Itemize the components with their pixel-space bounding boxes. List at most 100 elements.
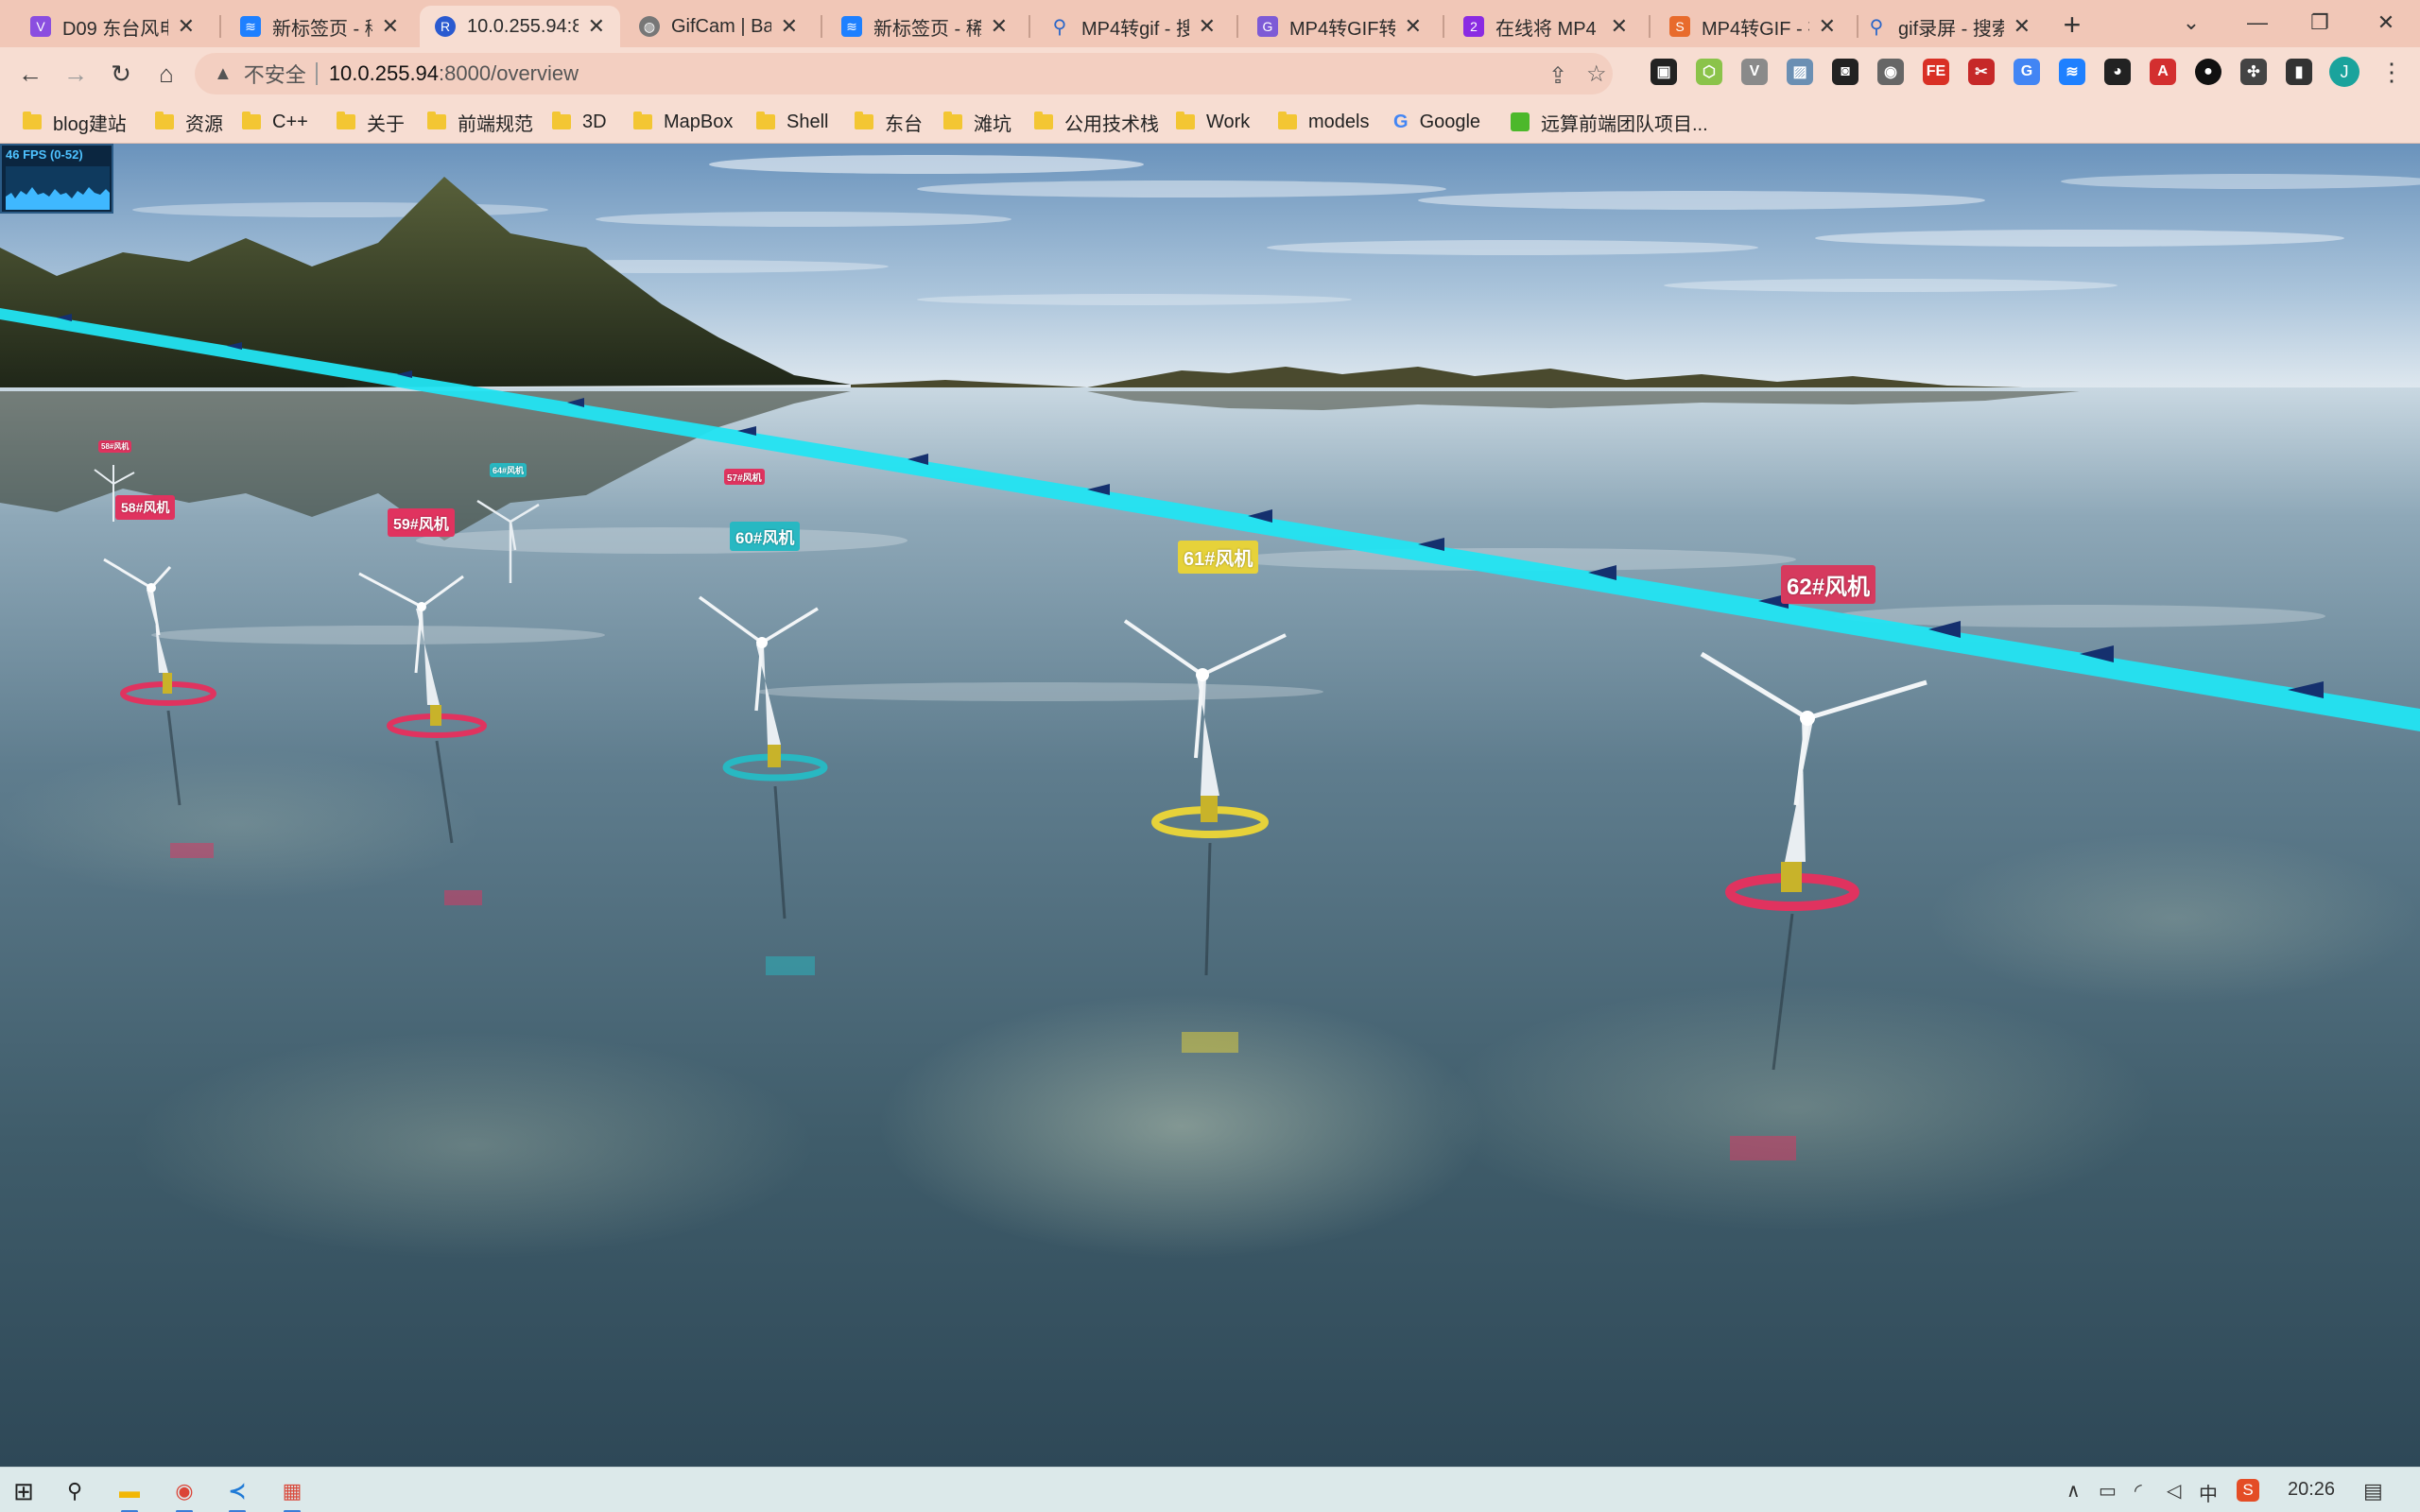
bookmark-folder[interactable]: 东台 <box>855 108 923 136</box>
far-turbine-label[interactable]: 58#风机 <box>98 440 132 453</box>
close-icon[interactable]: ✕ <box>781 14 798 39</box>
file-explorer-icon[interactable]: ▬ <box>113 1475 146 1512</box>
scene-canvas[interactable] <box>0 144 2420 1467</box>
close-icon[interactable]: ✕ <box>1611 14 1628 39</box>
extension-icon[interactable]: ◙ <box>1832 59 1858 85</box>
extension-icon[interactable]: V <box>1741 59 1768 85</box>
fps-stats-panel[interactable]: 46 FPS (0-52) <box>0 144 113 214</box>
bookmark-star-icon[interactable]: ☆ <box>1586 60 1607 88</box>
windows-taskbar: ⊞ ⚲ ▬ ◉ ≺ ▦ ∧ ▭ ◜ ◁ 中 S 20:26 ▤ <box>0 1467 2420 1512</box>
back-button[interactable]: ← <box>11 55 49 93</box>
share-icon[interactable]: ⇪ <box>1548 62 1567 90</box>
volume-icon[interactable]: ◁ <box>2167 1479 2181 1503</box>
close-icon[interactable]: ✕ <box>178 14 195 39</box>
restore-button[interactable]: ❐ <box>2297 4 2342 42</box>
bookmark-folder[interactable]: Shell <box>756 108 828 136</box>
far-turbine-label[interactable]: 64#风机 <box>490 463 527 477</box>
folder-icon <box>1034 112 1053 129</box>
chrome-icon[interactable]: ◉ <box>168 1475 200 1512</box>
not-secure-warning-icon[interactable]: ▲ <box>214 63 233 85</box>
tab-6[interactable]: G MP4转GIF转换器 ✕ <box>1242 6 1437 47</box>
bookmark-folder[interactable]: 前端规范 <box>427 108 533 136</box>
bookmark-app[interactable]: 远算前端团队项目... <box>1511 108 1708 136</box>
side-panel-icon[interactable]: ▮ <box>2286 59 2312 85</box>
turbine-label-61[interactable]: 61#风机 <box>1178 541 1259 574</box>
record-extension-icon[interactable]: ● <box>2195 59 2221 85</box>
tray-overflow-chevron-icon[interactable]: ∧ <box>2066 1479 2081 1503</box>
tab-2-active[interactable]: R 10.0.255.94:8000 ✕ <box>420 6 620 47</box>
forward-button[interactable]: → <box>57 55 95 93</box>
bookmark-folder[interactable]: 滩坑 <box>943 108 1011 136</box>
sogou-ime-icon[interactable]: S <box>2237 1479 2259 1502</box>
clock-time[interactable]: 20:26 <box>2288 1479 2335 1501</box>
folder-icon <box>1176 112 1195 129</box>
reload-button[interactable]: ↻ <box>102 55 140 93</box>
minimize-button[interactable]: — <box>2235 4 2280 42</box>
bookmark-label: blog建站 <box>53 113 127 135</box>
ime-indicator[interactable]: 中 <box>2199 1479 2218 1506</box>
wifi-icon[interactable]: ◜ <box>2135 1479 2142 1503</box>
notifications-icon[interactable]: ▤ <box>2363 1479 2383 1503</box>
bookmark-label: 公用技术栈 <box>1064 113 1159 135</box>
bookmark-folder[interactable]: C++ <box>242 108 308 136</box>
juejin-extension-icon[interactable]: ≋ <box>2059 59 2085 85</box>
turbine-label-60[interactable]: 60#风机 <box>730 522 801 551</box>
tab-favicon-icon: R <box>435 16 456 37</box>
close-icon[interactable]: ✕ <box>382 14 399 39</box>
extensions-puzzle-icon[interactable]: ✣ <box>2240 59 2267 85</box>
tab-7[interactable]: 2 在线将 MP4 转 ✕ <box>1448 6 1643 47</box>
home-button[interactable]: ⌂ <box>147 55 185 93</box>
tab-3[interactable]: ◍ GifCam | Bahr ✕ <box>624 6 813 47</box>
tab-1[interactable]: ≋ 新标签页 - 稀土 ✕ <box>225 6 414 47</box>
close-icon[interactable]: ✕ <box>2014 14 2031 39</box>
tab-favicon-icon: ≋ <box>240 16 261 37</box>
vscode-icon[interactable]: ≺ <box>221 1475 253 1512</box>
tab-8[interactable]: S MP4转GIF - 在线 ✕ <box>1654 6 1851 47</box>
close-icon[interactable]: ✕ <box>1819 14 1836 39</box>
fe-extension-icon[interactable]: FE <box>1923 59 1949 85</box>
camera-extension-icon[interactable]: ◉ <box>1877 59 1904 85</box>
close-window-button[interactable]: ✕ <box>2363 4 2409 42</box>
tab-4[interactable]: ≋ 新标签页 - 稀土 ✕ <box>826 6 1023 47</box>
extension-icon[interactable]: ▣ <box>1651 59 1677 85</box>
bookmark-label: 远算前端团队项目... <box>1541 113 1708 135</box>
bookmark-google[interactable]: G Google <box>1393 108 1480 136</box>
tab-5[interactable]: ⚲ MP4转gif - 搜索 ✕ <box>1034 6 1231 47</box>
gifcam-icon[interactable]: ▦ <box>276 1475 308 1512</box>
3d-map-viewport[interactable]: 58#风机 59#风机 60#风机 61#风机 62#风机 58#风机 64#风… <box>0 144 2420 1467</box>
turbine-label-62[interactable]: 62#风机 <box>1781 565 1876 604</box>
turbine-label-59[interactable]: 59#风机 <box>388 508 455 537</box>
tab-9[interactable]: ⚲ gif录屏 - 搜索 ✕ <box>1851 6 2046 47</box>
bookmark-folder[interactable]: 公用技术栈 <box>1034 108 1159 136</box>
close-icon[interactable]: ✕ <box>588 14 605 39</box>
new-tab-button[interactable]: + <box>2053 6 2091 43</box>
github-extension-icon[interactable]: ◕ <box>2104 59 2131 85</box>
pdf-extension-icon[interactable]: A <box>2150 59 2176 85</box>
browser-menu-icon[interactable]: ⋮ <box>2373 53 2411 91</box>
screenshot-extension-icon[interactable]: ✂ <box>1968 59 1995 85</box>
windows-start-icon[interactable]: ⊞ <box>8 1475 40 1507</box>
tab-0[interactable]: V D09 东台风电 ✕ <box>15 6 210 47</box>
bookmark-label: Shell <box>786 111 829 132</box>
close-icon[interactable]: ✕ <box>991 14 1008 39</box>
profile-avatar[interactable]: J <box>2329 57 2360 87</box>
close-icon[interactable]: ✕ <box>1199 14 1216 39</box>
turbine-label-58[interactable]: 58#风机 <box>115 495 176 520</box>
far-turbine-label[interactable]: 57#风机 <box>724 469 765 485</box>
search-icon[interactable]: ⚲ <box>59 1475 91 1507</box>
bookmark-folder[interactable]: blog建站 <box>23 108 127 136</box>
bookmark-folder[interactable]: Work <box>1176 108 1250 136</box>
extension-icon[interactable]: ⬡ <box>1696 59 1722 85</box>
bookmark-folder[interactable]: models <box>1278 108 1369 136</box>
translate-extension-icon[interactable]: G <box>2014 59 2040 85</box>
address-bar[interactable]: ▲ 不安全 10.0.255.94:8000/overview ⇪ ☆ <box>195 53 1613 94</box>
tab-search-dropdown-icon[interactable]: ⌄ <box>2169 4 2214 42</box>
folder-icon <box>427 112 446 129</box>
battery-icon[interactable]: ▭ <box>2099 1479 2117 1503</box>
extension-icon[interactable]: ▨ <box>1787 59 1813 85</box>
bookmark-folder[interactable]: MapBox <box>633 108 733 136</box>
bookmark-folder[interactable]: 3D <box>552 108 607 136</box>
bookmark-folder[interactable]: 资源 <box>155 108 223 136</box>
bookmark-folder[interactable]: 关于 <box>337 108 405 136</box>
close-icon[interactable]: ✕ <box>1405 14 1422 39</box>
